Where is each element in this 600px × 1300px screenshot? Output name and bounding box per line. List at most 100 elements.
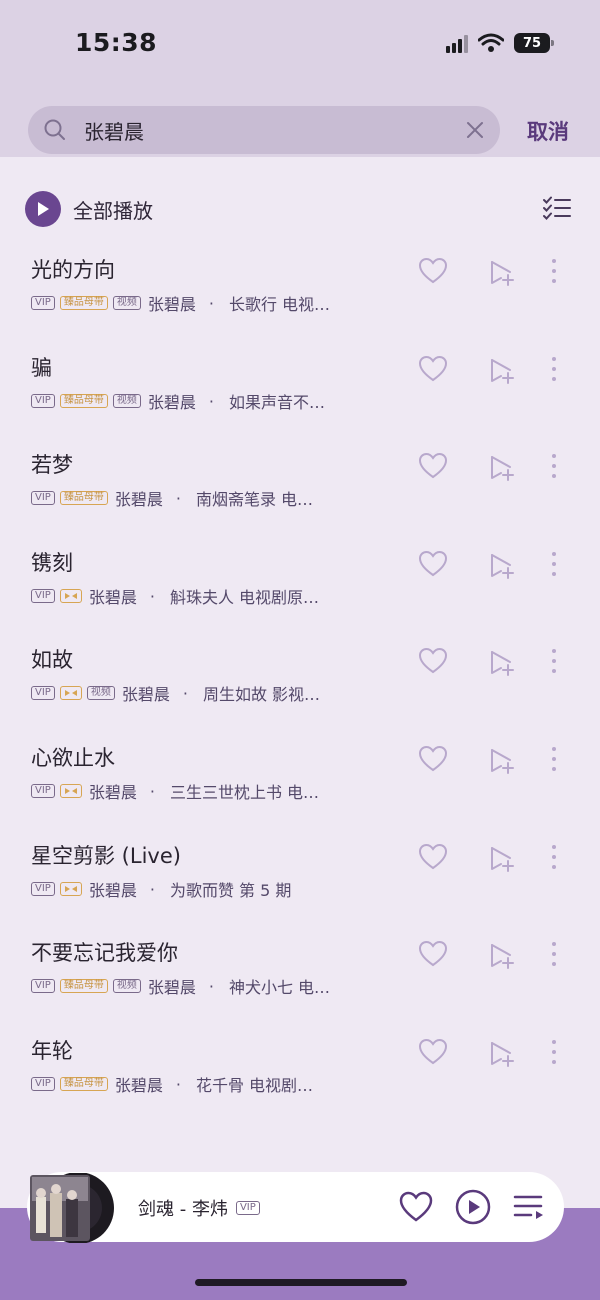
song-artist: 张碧晨 bbox=[88, 881, 137, 900]
play-all-button[interactable]: 全部播放 bbox=[25, 191, 153, 227]
song-title: 星空剪影 (Live) bbox=[31, 844, 181, 868]
play-all-label: 全部播放 bbox=[73, 198, 153, 223]
play-pause-icon[interactable] bbox=[455, 1189, 491, 1225]
song-meta: VIP 张碧晨 · 斛珠夫人 电视剧原… bbox=[31, 585, 319, 607]
cancel-button[interactable]: 取消 bbox=[527, 116, 569, 146]
dolby-atmos-icon bbox=[59, 589, 82, 603]
more-vertical-icon[interactable] bbox=[546, 744, 562, 774]
master-quality-tag: 臻品母带 bbox=[59, 979, 108, 993]
vip-tag: VIP bbox=[31, 589, 55, 603]
video-tag: 视频 bbox=[86, 686, 115, 700]
vip-tag: VIP bbox=[31, 784, 55, 798]
song-artist: 张碧晨 bbox=[114, 1076, 163, 1095]
home-indicator[interactable] bbox=[195, 1279, 407, 1286]
song-artist: 张碧晨 bbox=[88, 783, 137, 802]
now-playing[interactable]: 剑魂 - 李炜 VIP bbox=[138, 1195, 260, 1221]
add-to-queue-icon[interactable] bbox=[488, 357, 516, 385]
add-to-queue-icon[interactable] bbox=[488, 747, 516, 775]
song-row[interactable]: 骗 VIP 臻品母带 视频 张碧晨 · 如果声音不… bbox=[0, 352, 600, 450]
vip-tag: VIP bbox=[31, 1077, 55, 1091]
song-meta: VIP 臻品母带 视频 张碧晨 · 如果声音不… bbox=[31, 390, 325, 412]
heart-outline-icon[interactable] bbox=[418, 355, 448, 383]
status-time: 15:38 bbox=[75, 28, 158, 57]
add-to-queue-icon[interactable] bbox=[488, 649, 516, 677]
song-row[interactable]: 星空剪影 (Live) VIP 张碧晨 · 为歌而赞 第 5 期 bbox=[0, 840, 600, 938]
master-quality-tag: 臻品母带 bbox=[59, 296, 108, 310]
video-tag: 视频 bbox=[112, 296, 141, 310]
song-artist: 张碧晨 bbox=[88, 588, 137, 607]
song-artist: 张碧晨 bbox=[114, 490, 163, 509]
song-row[interactable]: 心欲止水 VIP 张碧晨 · 三生三世枕上书 电… bbox=[0, 742, 600, 840]
song-title: 如故 bbox=[31, 648, 73, 672]
now-playing-title: 剑魂 - 李炜 bbox=[138, 1199, 228, 1220]
mini-player[interactable]: 剑魂 - 李炜 VIP bbox=[27, 1172, 564, 1243]
search-icon bbox=[44, 119, 65, 140]
heart-outline-icon[interactable] bbox=[418, 843, 448, 871]
vip-tag: VIP bbox=[31, 394, 55, 408]
add-to-queue-icon[interactable] bbox=[488, 845, 516, 873]
more-vertical-icon[interactable] bbox=[546, 354, 562, 384]
separator-dot: · bbox=[208, 293, 214, 313]
playlist-icon[interactable] bbox=[513, 1193, 545, 1221]
song-row[interactable]: 若梦 VIP 臻品母带 张碧晨 · 南烟斋笔录 电… bbox=[0, 449, 600, 547]
heart-outline-icon[interactable] bbox=[418, 452, 448, 480]
add-to-queue-icon[interactable] bbox=[488, 259, 516, 287]
song-album: 周生如故 影视… bbox=[202, 685, 321, 704]
video-tag: 视频 bbox=[112, 979, 141, 993]
more-vertical-icon[interactable] bbox=[546, 549, 562, 579]
add-to-queue-icon[interactable] bbox=[488, 942, 516, 970]
song-album: 神犬小七 电… bbox=[228, 978, 331, 997]
dolby-atmos-icon bbox=[59, 882, 82, 896]
vip-tag: VIP bbox=[31, 491, 55, 505]
song-artist: 张碧晨 bbox=[121, 685, 170, 704]
like-icon[interactable] bbox=[399, 1191, 433, 1223]
song-meta: VIP 张碧晨 · 为歌而赞 第 5 期 bbox=[31, 878, 291, 900]
add-to-queue-icon[interactable] bbox=[488, 454, 516, 482]
song-row[interactable]: 如故 VIP 视频 张碧晨 · 周生如故 影视… bbox=[0, 644, 600, 742]
song-row[interactable]: 年轮 VIP 臻品母带 张碧晨 · 花千骨 电视剧… bbox=[0, 1035, 600, 1133]
play-icon bbox=[25, 191, 61, 227]
heart-outline-icon[interactable] bbox=[418, 940, 448, 968]
song-title: 光的方向 bbox=[31, 258, 115, 282]
song-meta: VIP 视频 张碧晨 · 周生如故 影视… bbox=[31, 682, 320, 704]
search-box[interactable] bbox=[28, 106, 500, 154]
song-title: 骗 bbox=[31, 356, 52, 380]
vip-badge: VIP bbox=[235, 1201, 260, 1215]
battery-level: 75 bbox=[522, 35, 542, 51]
more-vertical-icon[interactable] bbox=[546, 1037, 562, 1067]
heart-outline-icon[interactable] bbox=[418, 257, 448, 285]
song-album: 斛珠夫人 电视剧原… bbox=[169, 588, 320, 607]
more-vertical-icon[interactable] bbox=[546, 256, 562, 286]
song-artist: 张碧晨 bbox=[147, 393, 196, 412]
more-vertical-icon[interactable] bbox=[546, 646, 562, 676]
song-album: 三生三世枕上书 电… bbox=[169, 783, 320, 802]
song-row[interactable]: 镌刻 VIP 张碧晨 · 斛珠夫人 电视剧原… bbox=[0, 547, 600, 645]
vip-tag: VIP bbox=[31, 882, 55, 896]
cellular-signal-icon bbox=[446, 33, 468, 53]
song-meta: VIP 臻品母带 张碧晨 · 南烟斋笔录 电… bbox=[31, 487, 313, 509]
song-row[interactable]: 不要忘记我爱你 VIP 臻品母带 视频 张碧晨 · 神犬小七 电… bbox=[0, 937, 600, 1035]
separator-dot: · bbox=[149, 879, 155, 899]
song-title: 若梦 bbox=[31, 453, 73, 477]
more-vertical-icon[interactable] bbox=[546, 842, 562, 872]
separator-dot: · bbox=[208, 976, 214, 996]
more-vertical-icon[interactable] bbox=[546, 451, 562, 481]
heart-outline-icon[interactable] bbox=[418, 1038, 448, 1066]
song-title: 年轮 bbox=[31, 1039, 73, 1063]
add-to-queue-icon[interactable] bbox=[488, 1040, 516, 1068]
heart-outline-icon[interactable] bbox=[418, 550, 448, 578]
multi-select-icon[interactable] bbox=[543, 196, 571, 222]
separator-dot: · bbox=[208, 391, 214, 411]
heart-outline-icon[interactable] bbox=[418, 647, 448, 675]
wifi-icon bbox=[478, 33, 504, 52]
song-album: 如果声音不… bbox=[228, 393, 325, 412]
video-tag: 视频 bbox=[112, 394, 141, 408]
add-to-queue-icon[interactable] bbox=[488, 552, 516, 580]
song-row[interactable]: 光的方向 VIP 臻品母带 视频 张碧晨 · 长歌行 电视… bbox=[0, 254, 600, 352]
search-input[interactable] bbox=[84, 106, 444, 154]
more-vertical-icon[interactable] bbox=[546, 939, 562, 969]
clear-icon[interactable] bbox=[464, 119, 486, 141]
heart-outline-icon[interactable] bbox=[418, 745, 448, 773]
album-art[interactable] bbox=[30, 1173, 116, 1243]
song-album: 为歌而赞 第 5 期 bbox=[169, 881, 292, 900]
